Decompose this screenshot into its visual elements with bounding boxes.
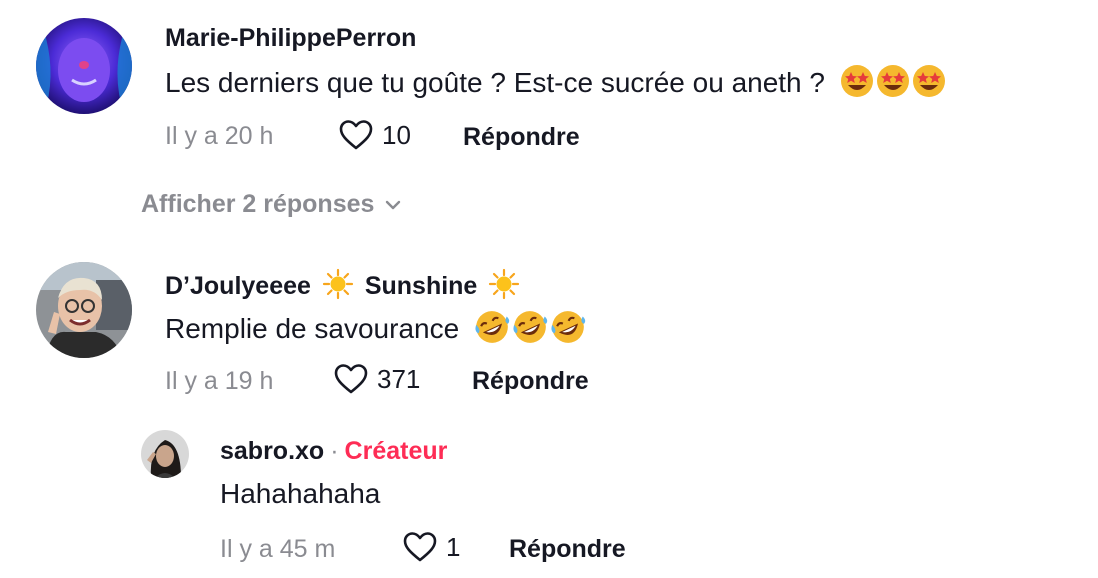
rofl-icon xyxy=(473,308,511,353)
comment-text: Les derniers que tu goûte ? Est-ce sucré… xyxy=(165,63,947,106)
like-count: 1 xyxy=(446,531,461,562)
rofl-icon xyxy=(511,308,549,353)
like-button[interactable]: 10 xyxy=(338,119,411,151)
sun-icon xyxy=(322,268,354,307)
like-button[interactable]: 371 xyxy=(333,363,420,395)
avatar-image xyxy=(36,262,132,358)
avatar[interactable] xyxy=(36,262,132,358)
chevron-down-icon xyxy=(386,200,401,209)
avatar[interactable] xyxy=(141,430,189,478)
like-count: 10 xyxy=(382,119,411,150)
avatar-image xyxy=(36,18,132,114)
comment-text-content: Les derniers que tu goûte ? Est-ce sucré… xyxy=(165,66,825,98)
reply-button[interactable]: Répondre xyxy=(472,367,589,396)
separator: · xyxy=(330,437,339,465)
heart-icon xyxy=(403,532,437,562)
sun-icon xyxy=(488,268,520,307)
comment-username[interactable]: Marie-PhilippePerron xyxy=(165,24,416,53)
like-button[interactable]: 1 xyxy=(402,531,460,563)
avatar-image xyxy=(141,430,189,478)
heart-icon xyxy=(339,120,373,150)
comment-text: Remplie de savourance xyxy=(165,308,587,353)
reply-button[interactable]: Répondre xyxy=(463,123,580,152)
comment-text-content: Remplie de savourance xyxy=(165,312,460,344)
rofl-icon xyxy=(549,308,587,353)
username-part-1: D’Joulyeeee xyxy=(165,272,311,301)
comment-timestamp: Il y a 20 h xyxy=(165,122,274,150)
view-replies-label: Afficher 2 réponses xyxy=(141,190,375,218)
username-part-2: Sunshine xyxy=(364,272,478,301)
avatar[interactable] xyxy=(36,18,132,114)
star-struck-icon xyxy=(839,63,875,106)
comment-timestamp: Il y a 19 h xyxy=(165,367,274,395)
reply-button[interactable]: Répondre xyxy=(509,535,626,564)
reply-timestamp: Il y a 45 m xyxy=(220,535,336,563)
reply-username-row: sabro.xo · Créateur xyxy=(220,437,447,466)
heart-icon xyxy=(334,364,368,394)
star-struck-icon xyxy=(875,63,911,106)
reply-username[interactable]: sabro.xo xyxy=(220,437,324,465)
view-replies-button[interactable]: Afficher 2 réponses xyxy=(141,190,402,219)
comment-username[interactable]: D’Joulyeeee Sunshine xyxy=(165,268,520,307)
reply-text: Hahahahaha xyxy=(220,478,381,509)
creator-badge: Créateur xyxy=(344,437,448,465)
star-struck-icon xyxy=(911,63,947,106)
like-count: 371 xyxy=(377,363,421,394)
